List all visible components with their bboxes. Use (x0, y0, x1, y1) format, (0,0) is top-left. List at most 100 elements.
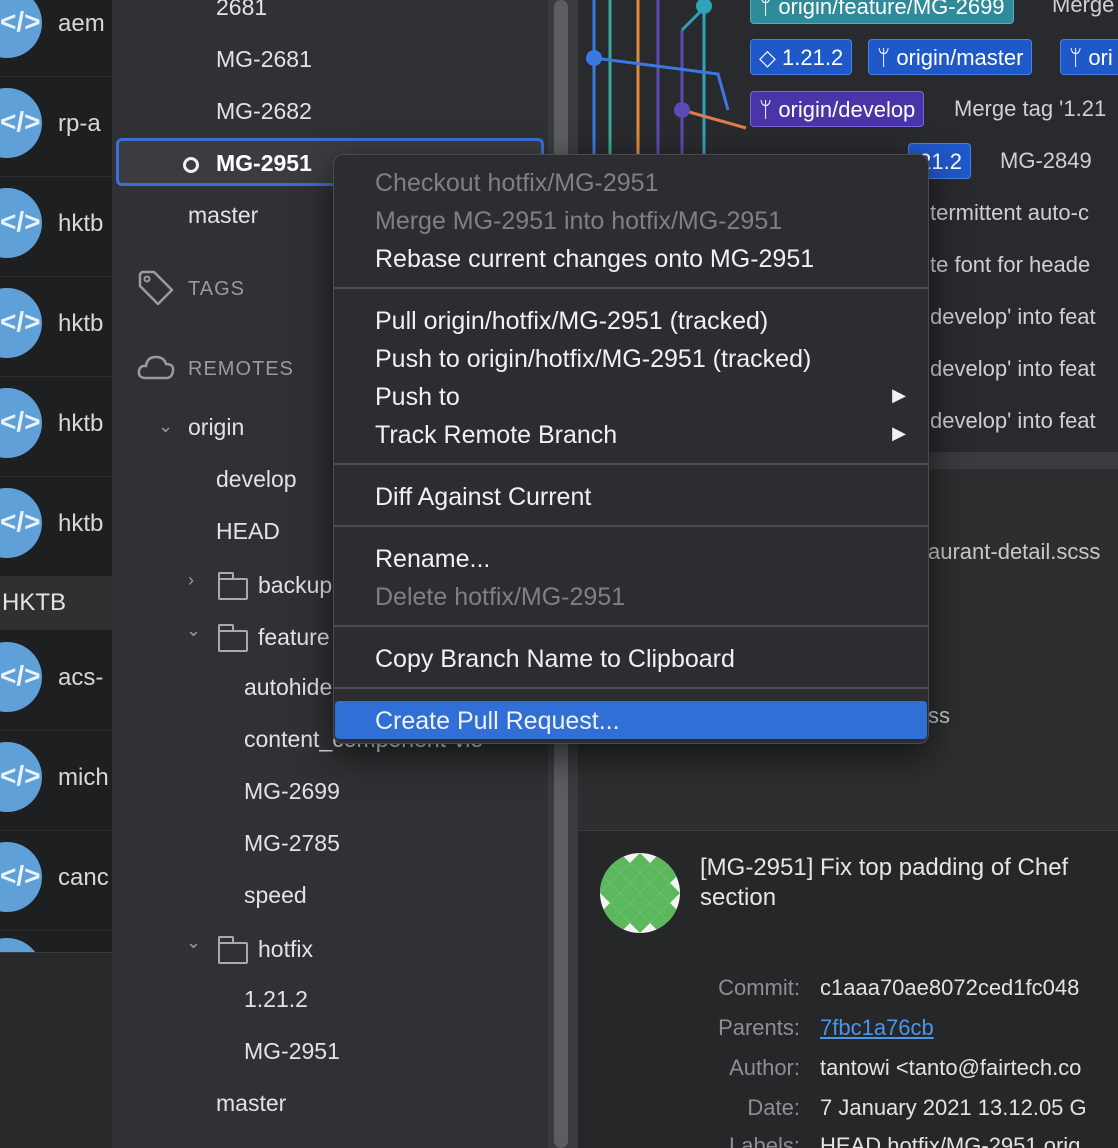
menu-item-checkout[interactable]: Checkout hotfix/MG-2951 (334, 163, 928, 201)
menu-item-delete[interactable]: Delete hotfix/MG-2951 (334, 577, 928, 615)
repo-item[interactable]: </> rp-a (0, 76, 112, 177)
branch-label-badge[interactable]: ᛘ origin/develop (750, 91, 925, 127)
branch-item[interactable]: 2681 (216, 0, 267, 21)
chevron-down-icon[interactable]: ⌄ (158, 416, 173, 437)
branch-item[interactable]: master (188, 202, 258, 229)
commit-title-line: section (700, 884, 777, 911)
menu-item-push-tracked[interactable]: Push to origin/hotfix/MG-2951 (tracked) (334, 339, 928, 377)
avatar (600, 853, 680, 933)
file-item[interactable]: ss (928, 703, 950, 729)
menu-item-diff[interactable]: Diff Against Current (334, 477, 928, 515)
remote-branch-item[interactable]: develop (216, 466, 297, 493)
remotes-header[interactable]: REMOTES (188, 358, 294, 381)
commit-hash-value[interactable]: c1aaa70ae8072ced1fc048 (820, 975, 1079, 1001)
menu-separator (334, 687, 928, 689)
branch-icon: ᛘ (1069, 45, 1089, 70)
repo-name: canc (58, 864, 109, 891)
branch-label-badge[interactable]: ᛘ ori (1060, 39, 1118, 75)
menu-item-rename[interactable]: Rename... (334, 539, 928, 577)
remote-branch-item[interactable]: speed (244, 882, 307, 909)
folder-hotfix[interactable]: hotfix (258, 936, 313, 963)
commit-message[interactable]: develop' into feat (930, 408, 1096, 434)
repo-item[interactable]: </> hktb (0, 176, 112, 277)
date-value: 7 January 2021 13.12.05 G (820, 1095, 1087, 1120)
branch-label: MG-2951 (216, 150, 312, 176)
menu-item-rebase[interactable]: Rebase current changes onto MG-2951 (334, 239, 928, 277)
commit-hash-label: Commit: (718, 975, 800, 1000)
repo-item[interactable]: </> mich (0, 730, 112, 831)
labels-label: Labels: (729, 1133, 800, 1148)
repo-item[interactable]: </> acs- (0, 630, 112, 731)
repo-item[interactable]: </> aem (0, 0, 112, 77)
commit-message[interactable]: MG-2849 (1000, 148, 1092, 174)
remote-branch-item[interactable]: HEAD (216, 518, 280, 545)
menu-item-label: Copy Branch Name to Clipboard (375, 645, 735, 673)
chevron-right-icon[interactable]: › (188, 570, 194, 591)
menu-item-copy-name[interactable]: Copy Branch Name to Clipboard (334, 639, 928, 677)
repo-name: hktb (58, 510, 104, 537)
folder-feature[interactable]: feature (258, 624, 330, 651)
badge-text: origin/feature/MG-2699 (778, 0, 1005, 19)
commit-message[interactable]: develop' into feat (930, 356, 1096, 382)
folder-backup[interactable]: backup (258, 572, 332, 599)
date-label: Date: (747, 1095, 800, 1120)
repo-group-label: HKTB (2, 589, 67, 616)
folder-icon (218, 624, 248, 652)
remote-branch-item[interactable]: autohide (244, 674, 332, 701)
branch-icon: ᛘ (759, 97, 779, 122)
menu-item-pull[interactable]: Pull origin/hotfix/MG-2951 (tracked) (334, 301, 928, 339)
commit-message[interactable]: termittent auto-c (930, 200, 1089, 226)
branch-label-badge[interactable]: ᛘ origin/feature/MG-2699 (750, 0, 1014, 24)
repo-name: hktb (58, 310, 104, 337)
remote-branch-item[interactable]: MG-2785 (244, 830, 340, 857)
repo-item[interactable]: </> canc (0, 830, 112, 931)
labels-value: HEAD hotfix/MG-2951 orig (820, 1133, 1081, 1148)
tags-header[interactable]: TAGS (188, 278, 245, 301)
commit-message[interactable]: te font for heade (930, 252, 1090, 278)
menu-item-track-remote[interactable]: Track Remote Branch ▶ (334, 415, 928, 453)
menu-separator (334, 625, 928, 627)
current-branch-dot-icon (183, 157, 199, 173)
tag-label-badge[interactable]: ◇ 1.21.2 (750, 39, 853, 75)
repo-list-footer (0, 952, 112, 1148)
menu-item-create-pull-request[interactable]: Create Pull Request... (335, 701, 927, 739)
remote-branch-item[interactable]: MG-2699 (244, 778, 340, 805)
repo-name: rp-a (58, 110, 101, 137)
code-icon: </> (0, 188, 42, 258)
branch-item[interactable]: MG-2682 (216, 98, 312, 125)
remote-origin[interactable]: origin (188, 414, 244, 441)
commit-message[interactable]: Merge tag '1.21 (954, 96, 1106, 122)
branch-label-badge[interactable]: ᛘ origin/master (868, 39, 1033, 75)
menu-item-push-to[interactable]: Push to ▶ (334, 377, 928, 415)
commit-title: [MG-2951] Fix top padding of Chef sectio… (700, 853, 1110, 913)
remote-branch-item[interactable]: 1.21.2 (244, 986, 308, 1013)
branch-icon: ᛘ (759, 0, 779, 19)
repository-list: </> aem </> rp-a </> hktb </> hktb </> h… (0, 0, 112, 1148)
repo-item[interactable]: </> hktb (0, 476, 112, 577)
parents-link[interactable]: 7fbc1a76cb (820, 1015, 934, 1041)
chevron-down-icon[interactable]: ⌄ (186, 932, 201, 953)
repo-name: aem (58, 10, 105, 37)
badge-text: ori (1088, 45, 1113, 70)
badge-text: 1.21.2 (782, 45, 844, 70)
commit-message[interactable]: Merge (1052, 0, 1114, 18)
branch-item[interactable]: MG-2681 (216, 46, 312, 73)
submenu-arrow-icon: ▶ (892, 385, 906, 405)
commit-message[interactable]: develop' into feat (930, 304, 1096, 330)
repo-item[interactable]: </> hktb (0, 376, 112, 477)
menu-item-label: Create Pull Request... (375, 707, 620, 735)
repo-group-header[interactable]: HKTB (0, 576, 112, 630)
menu-item-label: Track Remote Branch (375, 421, 618, 449)
menu-separator (334, 463, 928, 465)
remote-branch-item[interactable]: master (216, 1090, 286, 1117)
author-value: tantowi <tanto@fairtech.co (820, 1055, 1082, 1080)
badge-text: origin/develop (778, 97, 916, 122)
remote-branch-item[interactable]: MG-2951 (244, 1038, 340, 1065)
menu-item-merge[interactable]: Merge MG-2951 into hotfix/MG-2951 (334, 201, 928, 239)
repo-item[interactable]: </> hktb (0, 276, 112, 377)
chevron-down-icon[interactable]: ⌄ (186, 620, 201, 641)
file-item[interactable]: aurant-detail.scss (928, 539, 1100, 565)
folder-icon (218, 572, 248, 600)
commit-node (674, 102, 690, 118)
commit-node (586, 50, 602, 66)
